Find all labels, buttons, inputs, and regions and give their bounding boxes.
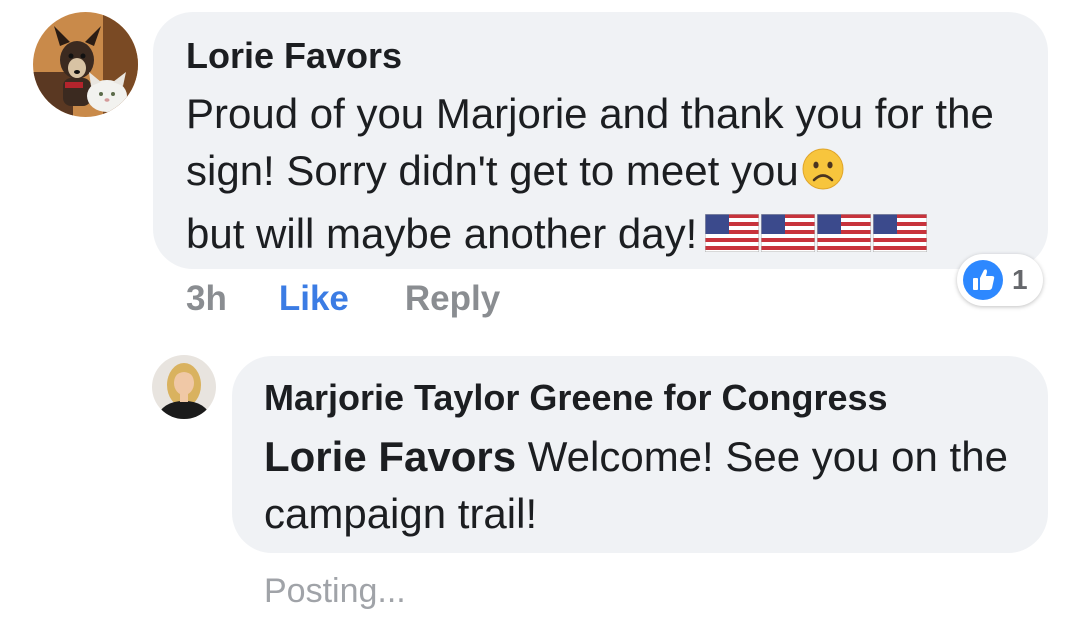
us-flag-icon — [816, 209, 872, 266]
comment-bubble: Lorie Favors Proud of you Marjorie and t… — [153, 12, 1048, 269]
reply-text: Lorie Favors Welcome! See you on the cam… — [264, 428, 1014, 542]
comment-thread: Lorie Favors Proud of you Marjorie and t… — [0, 0, 1080, 641]
commenter-avatar[interactable] — [33, 12, 138, 117]
us-flag-icon — [704, 209, 760, 266]
frowning-face-icon — [801, 147, 845, 205]
reaction-count: 1 — [1012, 264, 1028, 295]
flags-group — [704, 209, 929, 266]
comment-timestamp[interactable]: 3h — [186, 279, 227, 319]
mention-link[interactable]: Lorie Favors — [264, 433, 516, 480]
like-button[interactable]: Like — [279, 279, 349, 319]
reply-author[interactable]: Marjorie Taylor Greene for Congress — [264, 376, 1014, 420]
comment-author[interactable]: Lorie Favors — [186, 34, 1014, 78]
comment-actions: 3h Like Reply — [186, 277, 500, 321]
thumbs-up-icon — [963, 260, 1003, 300]
pets-photo-icon — [33, 12, 138, 117]
reply-button[interactable]: Reply — [405, 279, 500, 319]
comment-text-body: Proud of you Marjorie and thank you for … — [186, 90, 994, 194]
posting-status: Posting... — [264, 572, 406, 610]
us-flag-icon — [872, 209, 928, 266]
reaction-summary[interactable]: 1 — [957, 254, 1043, 306]
comment-text-continued: but will maybe another day! — [186, 210, 698, 257]
us-flag-icon — [760, 209, 816, 266]
comment-text: Proud of you Marjorie and thank you for … — [186, 85, 1014, 266]
person-photo-icon — [152, 355, 216, 419]
reply-author-avatar[interactable] — [152, 355, 216, 419]
reply-bubble: Marjorie Taylor Greene for Congress Lori… — [232, 356, 1048, 553]
